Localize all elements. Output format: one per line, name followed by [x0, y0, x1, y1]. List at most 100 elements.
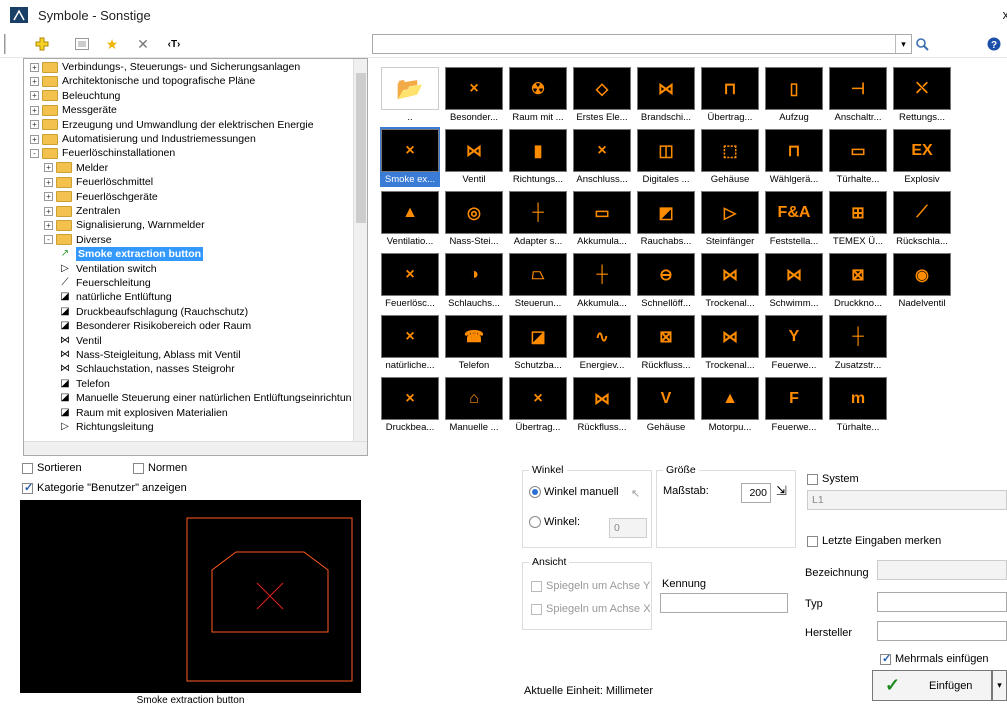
tree-horizontal-scrollbar[interactable] — [24, 441, 367, 455]
tree-vertical-scrollbar[interactable] — [353, 59, 367, 443]
list-icon[interactable] — [72, 34, 92, 54]
insert-dropdown-icon[interactable]: ▾ — [992, 670, 1007, 701]
tree-leaf[interactable]: ↗ Smoke extraction button — [58, 247, 204, 262]
symbol-item[interactable]: ☢ Raum mit ... — [508, 65, 568, 125]
symbol-item[interactable]: ⊞ TEMEX Ü... — [828, 189, 888, 249]
pick-angle-icon[interactable]: ↖ — [631, 487, 640, 500]
norms-checkbox[interactable]: Normen — [133, 462, 187, 474]
symbol-item[interactable]: ▮ Richtungs... — [508, 127, 568, 187]
symbol-item[interactable]: × Übertrag... — [508, 375, 568, 435]
winkel-manual-radio[interactable]: Winkel manuell — [529, 486, 619, 499]
expand-icon[interactable]: - — [30, 148, 39, 158]
symbol-item[interactable]: ⬚ Gehäuse — [700, 127, 760, 187]
expand-icon[interactable]: + — [30, 62, 39, 72]
symbol-item[interactable]: F Feuerwe... — [764, 375, 824, 435]
symbol-item[interactable]: ◑ Schlauchs... — [444, 251, 504, 311]
symbol-item[interactable]: V Gehäuse — [636, 375, 696, 435]
symbol-item[interactable]: × Druckbea... — [380, 375, 440, 435]
scroll-thumb[interactable] — [356, 73, 366, 223]
symbol-item[interactable]: ▭ Akkumula... — [572, 189, 632, 249]
symbol-item[interactable]: ┼ Akkumula... — [572, 251, 632, 311]
symbol-item[interactable]: ⏢ Steuerun... — [508, 251, 568, 311]
expand-icon[interactable]: + — [44, 192, 53, 202]
symbol-item[interactable]: ⊓ Wählgerä... — [764, 127, 824, 187]
norms-check[interactable] — [133, 462, 144, 474]
remember-checkbox[interactable]: Letzte Eingaben merken — [807, 535, 941, 547]
expand-icon[interactable]: + — [30, 134, 39, 144]
expand-icon[interactable]: + — [30, 120, 39, 130]
symbol-item[interactable]: ⊠ Druckkno... — [828, 251, 888, 311]
symbol-item[interactable]: ⋈ Rückfluss... — [572, 375, 632, 435]
tree-leaf[interactable]: ⟋ Feuerschleitung — [58, 276, 151, 290]
favorite-star-icon[interactable]: ★ — [102, 34, 122, 54]
symbol-item[interactable]: ☎ Telefon — [444, 313, 504, 373]
symbol-item[interactable]: ◉ Nadelventil — [892, 251, 952, 311]
symbol-item[interactable]: ▲ Motorpu... — [700, 375, 760, 435]
tree-leaf[interactable]: ⋈ Nass-Steigleitung, Ablass mit Ventil — [58, 348, 241, 362]
symbol-item[interactable]: ▯ Aufzug — [764, 65, 824, 125]
tree-leaf[interactable]: ◪ Manuelle Steuerung einer natürlichen En… — [58, 391, 351, 405]
scale-input[interactable]: 200 — [741, 483, 771, 503]
symbol-item[interactable]: ◎ Nass-Stei... — [444, 189, 504, 249]
pick-scale-icon[interactable]: ⇲ — [776, 483, 787, 499]
tree-folder[interactable]: + Signalisierung, Warnmelder — [44, 218, 205, 232]
tree-leaf[interactable]: ⋈ Schlauchstation, nasses Steigrohr — [58, 362, 235, 376]
tree-folder[interactable]: + Zentralen — [44, 204, 120, 218]
symbol-item[interactable]: ⋈ Ventil — [444, 127, 504, 187]
symbol-item[interactable]: ⋈ Trockenal... — [700, 251, 760, 311]
tree-leaf[interactable]: ◪ Druckbeaufschlagung (Rauchschutz) — [58, 305, 248, 319]
close-icon[interactable]: x — [1003, 7, 1007, 22]
hersteller-input[interactable] — [877, 621, 1007, 641]
tree-leaf[interactable]: ▷ Richtungsleitung — [58, 420, 154, 434]
expand-icon[interactable]: + — [44, 163, 53, 173]
expand-icon[interactable]: + — [30, 105, 39, 115]
winkel-radio[interactable]: Winkel: — [529, 516, 580, 529]
symbol-item[interactable]: ⊠ Rückfluss... — [636, 313, 696, 373]
symbol-item[interactable]: ⊖ Schnellöff... — [636, 251, 696, 311]
symbol-item[interactable]: ⋈ Schwimm... — [764, 251, 824, 311]
tree-folder[interactable]: + Feuerlöschgeräte — [44, 190, 158, 204]
symbol-item[interactable]: ⌂ Manuelle ... — [444, 375, 504, 435]
tree-folder[interactable]: - Feuerlöschinstallationen — [30, 146, 175, 160]
symbol-item[interactable]: ◩ Rauchabs... — [636, 189, 696, 249]
bezeichnung-select[interactable] — [877, 560, 1007, 580]
symbol-item[interactable]: ▷ Steinfänger — [700, 189, 760, 249]
insert-button[interactable]: ✓ Einfügen — [872, 670, 992, 701]
symbol-item[interactable]: × Besonder... — [444, 65, 504, 125]
symbol-item[interactable]: × Smoke ex... — [380, 127, 440, 187]
symbol-item[interactable]: ⊣ Anschaltr... — [828, 65, 888, 125]
tree-folder[interactable]: + Beleuchtung — [30, 89, 120, 103]
category-check[interactable] — [22, 481, 33, 494]
angle-input[interactable]: 0 — [609, 518, 647, 538]
tree-leaf[interactable]: ◪ Raum mit explosiven Materialien — [58, 406, 227, 420]
help-icon[interactable]: ? — [984, 34, 1004, 54]
symbol-item[interactable]: F&A Feststella... — [764, 189, 824, 249]
system-check[interactable] — [807, 473, 818, 485]
search-icon[interactable] — [912, 34, 932, 54]
symbol-item[interactable]: ▲ Ventilatio... — [380, 189, 440, 249]
delete-icon[interactable]: ✕ — [133, 34, 153, 54]
expand-icon[interactable]: + — [30, 91, 39, 101]
symbol-item[interactable]: ∿ Energiev... — [572, 313, 632, 373]
tree-leaf[interactable]: ▷ Ventilation switch — [58, 262, 156, 276]
search-input[interactable]: ▾ — [372, 34, 912, 54]
symbol-item[interactable]: ┼ Adapter s... — [508, 189, 568, 249]
expand-icon[interactable]: + — [44, 220, 53, 230]
symbol-item[interactable]: × natürliche... — [380, 313, 440, 373]
tree-folder[interactable]: + Melder — [44, 161, 108, 175]
symbol-item[interactable]: ◫ Digitales ... — [636, 127, 696, 187]
tree-folder[interactable]: + Erzeugung und Umwandlung der elektrisch… — [30, 118, 314, 132]
expand-icon[interactable]: + — [44, 177, 53, 187]
kennung-input[interactable] — [660, 593, 788, 613]
symbol-item[interactable]: ◪ Schutzba... — [508, 313, 568, 373]
symbol-item[interactable]: ⟋ Rückschla... — [892, 189, 952, 249]
symbol-item[interactable]: ┼ Zusatzstr... — [828, 313, 888, 373]
add-icon[interactable] — [32, 34, 52, 54]
tree-folder[interactable]: + Feuerlöschmittel — [44, 175, 153, 189]
symbol-item[interactable]: × Anschluss... — [572, 127, 632, 187]
symbol-item[interactable]: ⋈ Trockenal... — [700, 313, 760, 373]
expand-icon[interactable]: + — [44, 206, 53, 216]
symbol-item[interactable]: ⛌ Rettungs... — [892, 65, 952, 125]
tree-leaf[interactable]: ◪ Besonderer Risikobereich oder Raum — [58, 319, 251, 333]
symbol-item[interactable]: Y Feuerwe... — [764, 313, 824, 373]
